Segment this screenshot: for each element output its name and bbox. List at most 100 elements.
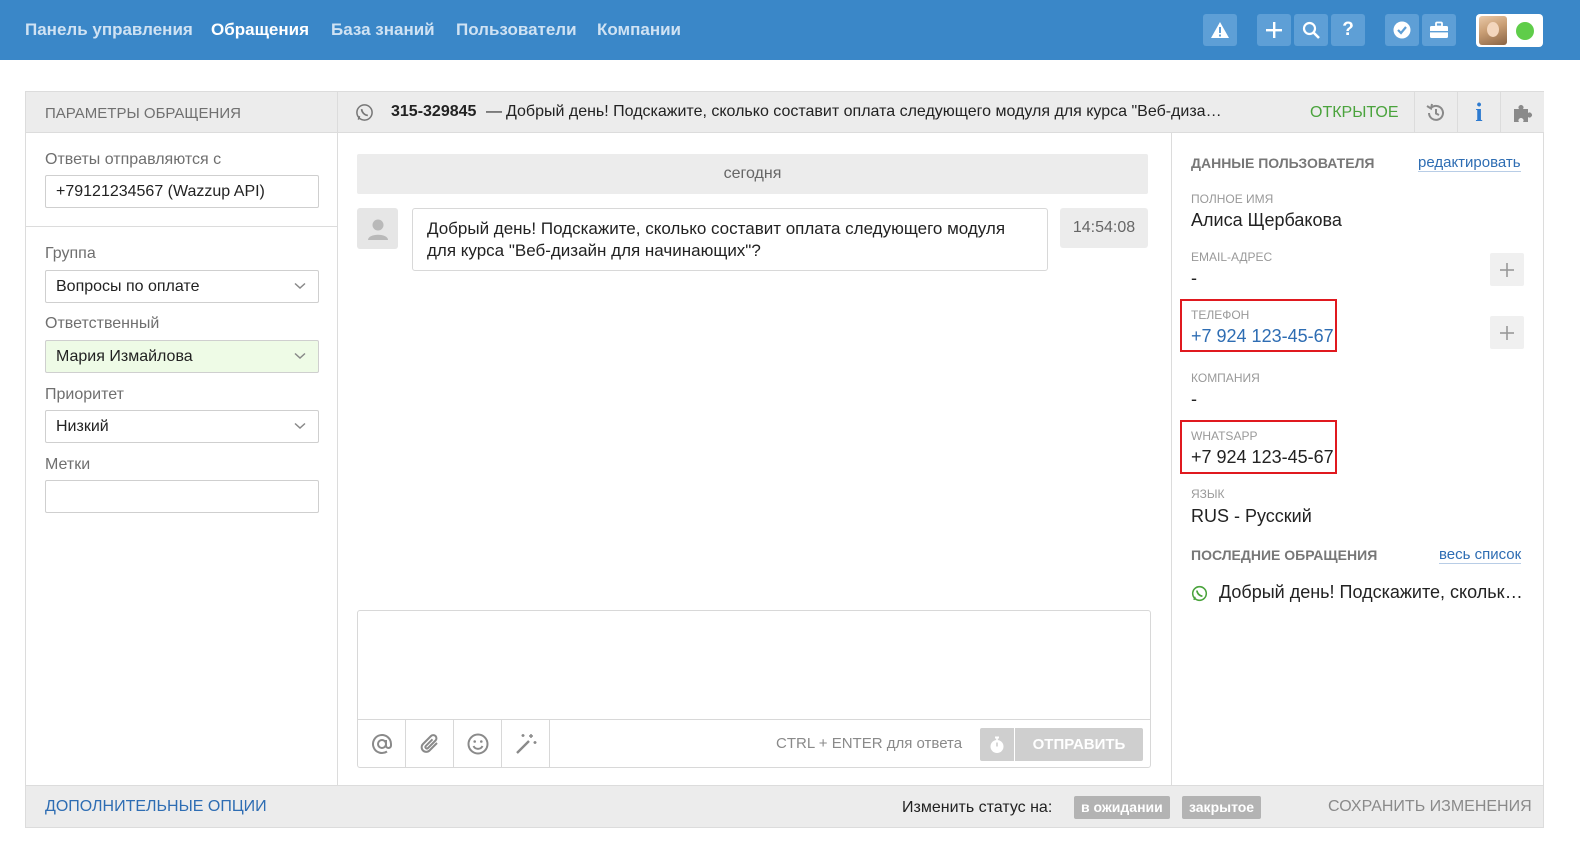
top-navbar: Панель управления Обращения База знаний … <box>0 0 1580 60</box>
plus-icon <box>1500 262 1514 277</box>
nav-tickets[interactable]: Обращения <box>211 20 309 40</box>
reply-composer: CTRL + ENTER для ответа ОТПРАВИТЬ <box>357 610 1151 768</box>
add-email-button[interactable] <box>1490 253 1524 286</box>
send-button[interactable]: ОТПРАВИТЬ <box>1015 728 1143 761</box>
templates-button[interactable] <box>502 720 550 768</box>
fullname-label: ПОЛНОЕ ИМЯ <box>1191 192 1274 206</box>
create-button[interactable] <box>1257 14 1291 46</box>
help-button[interactable]: ? <box>1331 14 1365 46</box>
stopwatch-icon <box>990 736 1004 753</box>
phone-value[interactable]: +7 924 123-45-67 <box>1191 326 1334 347</box>
reply-from-value: +79121234567 (Wazzup API) <box>56 183 265 200</box>
mention-button[interactable] <box>358 720 406 768</box>
mention-icon <box>371 734 392 754</box>
nav-dashboard[interactable]: Панель управления <box>25 20 193 40</box>
nav-users[interactable]: Пользователи <box>456 20 577 40</box>
online-status-indicator <box>1516 22 1534 40</box>
user-data-title: ДАННЫЕ ПОЛЬЗОВАТЕЛЯ <box>1191 155 1375 171</box>
reply-from-label: Ответы отправляются с <box>45 151 222 168</box>
phone-label: ТЕЛЕФОН <box>1191 308 1250 322</box>
priority-select[interactable]: Низкий <box>45 410 319 443</box>
chevron-down-icon <box>294 422 306 430</box>
group-label: Группа <box>45 245 96 262</box>
puzzle-icon <box>1514 104 1532 122</box>
briefcase-button[interactable] <box>1422 14 1456 46</box>
assignee-label: Ответственный <box>45 315 160 332</box>
ticket-header: 315-329845 — Добрый день! Подскажите, ск… <box>338 92 1544 133</box>
assignee-value: Мария Измайлова <box>56 348 193 365</box>
add-phone-button[interactable] <box>1490 316 1524 349</box>
group-select[interactable]: Вопросы по оплате <box>45 270 319 303</box>
info-icon: i <box>1475 97 1483 127</box>
ticket-status[interactable]: ОТКРЫТОЕ <box>1310 104 1399 122</box>
save-changes-button[interactable]: СОХРАНИТЬ ИЗМЕНЕНИЯ <box>1328 798 1532 816</box>
history-button[interactable] <box>1414 92 1457 133</box>
attach-icon <box>420 734 438 753</box>
ticket-number: 315-329845 <box>391 103 477 120</box>
company-label: КОМПАНИЯ <box>1191 371 1260 385</box>
chevron-down-icon <box>294 352 306 360</box>
status-closed-button[interactable]: закрытое <box>1182 796 1262 819</box>
user-icon <box>367 219 388 240</box>
warning-icon <box>1211 22 1229 38</box>
message-bubble: Добрый день! Подскажите, сколько состави… <box>412 208 1048 271</box>
plus-icon <box>1500 325 1514 340</box>
tags-input[interactable] <box>45 480 319 513</box>
emoji-button[interactable] <box>454 720 502 768</box>
attach-button[interactable] <box>406 720 454 768</box>
warning-button[interactable] <box>1203 14 1237 46</box>
assignee-select[interactable]: Мария Измайлова <box>45 340 319 373</box>
ticket-footer: ДОПОЛНИТЕЛЬНЫЕ ОПЦИИ Изменить статус на:… <box>26 785 1543 827</box>
verified-button[interactable] <box>1385 14 1419 46</box>
ticket-subject: Добрый день! Подскажите, сколько состави… <box>506 103 1226 120</box>
all-tickets-link[interactable]: весь список <box>1439 546 1522 564</box>
ticket-params-sidebar: ПАРАМЕТРЫ ОБРАЩЕНИЯ Ответы отправляются … <box>26 92 338 785</box>
whatsapp-value: +7 924 123-45-67 <box>1191 447 1334 467</box>
more-options-link[interactable]: ДОПОЛНИТЕЛЬНЫЕ ОПЦИИ <box>45 798 267 816</box>
edit-user-link[interactable]: редактировать <box>1418 154 1521 172</box>
reply-from-select[interactable]: +79121234567 (Wazzup API) <box>45 175 319 208</box>
magic-wand-icon <box>515 734 536 754</box>
group-value: Вопросы по оплате <box>56 278 200 295</box>
whatsapp-label: WHATSAPP <box>1191 429 1258 443</box>
tags-label: Метки <box>45 456 91 473</box>
params-header-title: ПАРАМЕТРЫ ОБРАЩЕНИЯ <box>45 105 241 122</box>
shield-check-icon <box>1393 21 1411 39</box>
briefcase-icon <box>1430 21 1448 38</box>
date-divider: сегодня <box>357 154 1148 194</box>
status-pending-button[interactable]: в ожидании <box>1074 796 1170 819</box>
message-time: 14:54:08 <box>1060 208 1148 248</box>
nav-knowledge-base[interactable]: База знаний <box>331 20 435 40</box>
recent-tickets-title: ПОСЛЕДНИЕ ОБРАЩЕНИЯ <box>1191 547 1378 563</box>
send-hint: CTRL + ENTER для ответа <box>776 735 963 752</box>
language-label: ЯЗЫК <box>1191 487 1225 501</box>
reply-textarea[interactable] <box>358 611 1150 719</box>
email-value: - <box>1191 268 1197 288</box>
search-button[interactable] <box>1294 14 1328 46</box>
params-header: ПАРАМЕТРЫ ОБРАЩЕНИЯ <box>26 92 337 133</box>
plugins-button[interactable] <box>1500 92 1543 133</box>
history-icon <box>1426 103 1444 121</box>
user-menu[interactable] <box>1476 14 1543 47</box>
recent-ticket-item[interactable]: Добрый день! Подскажите, сколько состави… <box>1191 582 1531 606</box>
chevron-down-icon <box>294 282 306 290</box>
help-icon: ? <box>1342 19 1354 40</box>
avatar <box>1479 16 1507 45</box>
priority-label: Приоритет <box>45 386 124 403</box>
divider <box>26 226 337 227</box>
company-value: - <box>1191 389 1197 409</box>
change-status-label: Изменить статус на: <box>902 799 1053 816</box>
customer-avatar <box>357 208 398 249</box>
recent-ticket-text: Добрый день! Подскажите, сколько состави… <box>1219 582 1529 602</box>
info-button[interactable]: i <box>1457 92 1500 133</box>
email-label: EMAIL-АДРЕС <box>1191 250 1273 264</box>
delayed-send-button[interactable] <box>980 728 1014 761</box>
nav-companies[interactable]: Компании <box>597 20 681 40</box>
user-info-sidebar: ДАННЫЕ ПОЛЬЗОВАТЕЛЯ редактировать ПОЛНОЕ… <box>1171 133 1544 785</box>
plus-icon <box>1266 22 1282 38</box>
whatsapp-icon <box>1191 585 1208 602</box>
ticket-panel: ПАРАМЕТРЫ ОБРАЩЕНИЯ Ответы отправляются … <box>25 91 1544 828</box>
priority-value: Низкий <box>56 418 109 435</box>
whatsapp-icon <box>356 104 373 121</box>
search-icon <box>1302 21 1320 39</box>
